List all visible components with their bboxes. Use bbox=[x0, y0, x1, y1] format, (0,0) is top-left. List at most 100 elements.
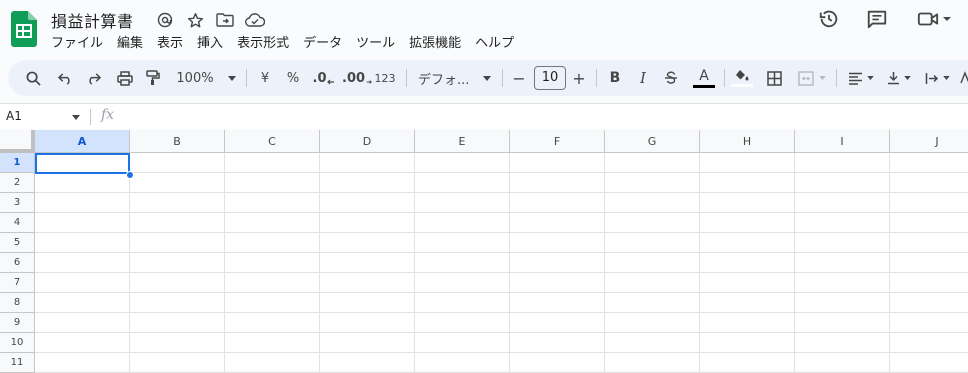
cell-g7[interactable] bbox=[605, 273, 700, 293]
cell-c7[interactable] bbox=[225, 273, 320, 293]
column-header-h[interactable]: H bbox=[700, 130, 795, 153]
cell-d11[interactable] bbox=[320, 353, 415, 373]
row-header-5[interactable]: 5 bbox=[0, 233, 35, 253]
cell-h10[interactable] bbox=[700, 333, 795, 353]
cell-g1[interactable] bbox=[605, 153, 700, 173]
cell-f4[interactable] bbox=[510, 213, 605, 233]
cell-f8[interactable] bbox=[510, 293, 605, 313]
row-header-11[interactable]: 11 bbox=[0, 353, 35, 373]
cell-g8[interactable] bbox=[605, 293, 700, 313]
zoom-select[interactable]: 100% bbox=[174, 60, 238, 96]
cell-f3[interactable] bbox=[510, 193, 605, 213]
at-sign-icon[interactable] bbox=[150, 10, 180, 30]
cell-j10[interactable] bbox=[890, 333, 968, 353]
undo-icon[interactable] bbox=[54, 60, 76, 96]
horizontal-align-button[interactable] bbox=[844, 60, 878, 96]
increase-font-size-button[interactable]: + bbox=[568, 60, 590, 96]
select-all-corner[interactable] bbox=[0, 130, 35, 153]
cell-j5[interactable] bbox=[890, 233, 968, 253]
font-size-input[interactable]: 10 bbox=[534, 66, 566, 90]
cell-c2[interactable] bbox=[225, 173, 320, 193]
cell-b5[interactable] bbox=[130, 233, 225, 253]
cell-i3[interactable] bbox=[795, 193, 890, 213]
cell-i2[interactable] bbox=[795, 173, 890, 193]
menu-insert[interactable]: 挿入 bbox=[190, 34, 230, 54]
cell-b8[interactable] bbox=[130, 293, 225, 313]
cell-e5[interactable] bbox=[415, 233, 510, 253]
sheets-logo[interactable] bbox=[11, 11, 37, 47]
cell-h8[interactable] bbox=[700, 293, 795, 313]
cell-i4[interactable] bbox=[795, 213, 890, 233]
cell-j4[interactable] bbox=[890, 213, 968, 233]
cell-d7[interactable] bbox=[320, 273, 415, 293]
cell-a10[interactable] bbox=[35, 333, 130, 353]
column-header-j[interactable]: J bbox=[890, 130, 968, 153]
print-icon[interactable] bbox=[114, 60, 136, 96]
format-currency-button[interactable]: ¥ bbox=[254, 60, 276, 96]
cell-i8[interactable] bbox=[795, 293, 890, 313]
cell-j11[interactable] bbox=[890, 353, 968, 373]
cell-f2[interactable] bbox=[510, 173, 605, 193]
italic-button[interactable]: I bbox=[632, 60, 654, 96]
fill-color-button[interactable] bbox=[730, 60, 754, 96]
comments-button[interactable] bbox=[858, 0, 896, 38]
cell-i9[interactable] bbox=[795, 313, 890, 333]
cell-e6[interactable] bbox=[415, 253, 510, 273]
borders-icon[interactable] bbox=[762, 60, 786, 96]
cell-b7[interactable] bbox=[130, 273, 225, 293]
cell-b11[interactable] bbox=[130, 353, 225, 373]
menu-tools[interactable]: ツール bbox=[349, 34, 402, 54]
cell-e7[interactable] bbox=[415, 273, 510, 293]
cell-c1[interactable] bbox=[225, 153, 320, 173]
cloud-saved-icon[interactable] bbox=[240, 10, 270, 30]
cell-d3[interactable] bbox=[320, 193, 415, 213]
cell-j8[interactable] bbox=[890, 293, 968, 313]
text-color-button[interactable]: A bbox=[692, 60, 716, 96]
cell-a3[interactable] bbox=[35, 193, 130, 213]
column-header-a[interactable]: A bbox=[35, 130, 130, 153]
cell-h3[interactable] bbox=[700, 193, 795, 213]
row-header-4[interactable]: 4 bbox=[0, 213, 35, 233]
cell-a5[interactable] bbox=[35, 233, 130, 253]
cell-a2[interactable] bbox=[35, 173, 130, 193]
cell-e2[interactable] bbox=[415, 173, 510, 193]
cell-f10[interactable] bbox=[510, 333, 605, 353]
row-header-8[interactable]: 8 bbox=[0, 293, 35, 313]
more-formats-button[interactable]: 123 bbox=[372, 60, 398, 96]
cell-d8[interactable] bbox=[320, 293, 415, 313]
menu-file[interactable]: ファイル bbox=[44, 34, 110, 54]
cell-b2[interactable] bbox=[130, 173, 225, 193]
cell-e9[interactable] bbox=[415, 313, 510, 333]
cell-a4[interactable] bbox=[35, 213, 130, 233]
cell-b9[interactable] bbox=[130, 313, 225, 333]
cell-c11[interactable] bbox=[225, 353, 320, 373]
cell-b10[interactable] bbox=[130, 333, 225, 353]
strikethrough-icon[interactable] bbox=[660, 60, 682, 96]
cell-d10[interactable] bbox=[320, 333, 415, 353]
text-rotation-button[interactable] bbox=[958, 60, 968, 96]
menu-data[interactable]: データ bbox=[296, 34, 349, 54]
cell-j7[interactable] bbox=[890, 273, 968, 293]
cell-e8[interactable] bbox=[415, 293, 510, 313]
cell-g11[interactable] bbox=[605, 353, 700, 373]
star-icon[interactable] bbox=[180, 10, 210, 30]
cell-a9[interactable] bbox=[35, 313, 130, 333]
cell-i10[interactable] bbox=[795, 333, 890, 353]
cell-g2[interactable] bbox=[605, 173, 700, 193]
cell-d5[interactable] bbox=[320, 233, 415, 253]
cell-e4[interactable] bbox=[415, 213, 510, 233]
row-header-10[interactable]: 10 bbox=[0, 333, 35, 353]
name-box[interactable]: A1 bbox=[6, 109, 22, 123]
cell-h9[interactable] bbox=[700, 313, 795, 333]
cell-d6[interactable] bbox=[320, 253, 415, 273]
cell-e11[interactable] bbox=[415, 353, 510, 373]
meet-button[interactable] bbox=[910, 0, 958, 38]
cell-d4[interactable] bbox=[320, 213, 415, 233]
cell-i6[interactable] bbox=[795, 253, 890, 273]
cell-i5[interactable] bbox=[795, 233, 890, 253]
cell-g3[interactable] bbox=[605, 193, 700, 213]
cell-g10[interactable] bbox=[605, 333, 700, 353]
row-header-1[interactable]: 1 bbox=[0, 153, 35, 173]
cell-b1[interactable] bbox=[130, 153, 225, 173]
column-header-c[interactable]: C bbox=[225, 130, 320, 153]
